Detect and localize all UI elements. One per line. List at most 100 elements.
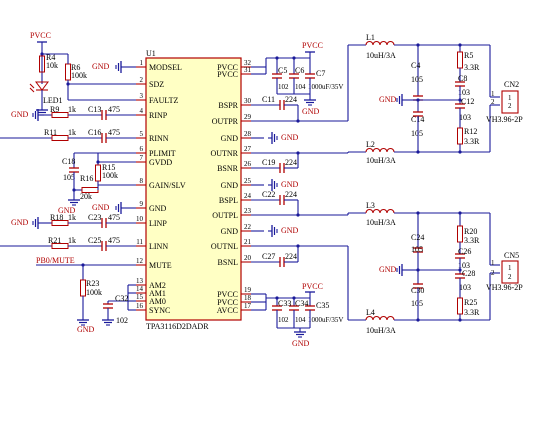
c34-value: 104 [295, 316, 306, 324]
pin-number: 1 [140, 59, 144, 67]
r18-value: 1k [68, 213, 76, 222]
r5-value: 3.3R [464, 63, 480, 72]
status-led-circuit: PVCC R4 10k R6 100k LED1 [29, 31, 136, 116]
gnd-label: GND [92, 62, 110, 71]
c35-ref: C35 [316, 301, 329, 310]
pin-name: SYNC [149, 306, 170, 315]
r9-value: 1k [68, 105, 76, 114]
c23-value: 475 [108, 213, 120, 222]
gnd-label: GND [77, 325, 95, 334]
l1-ref: L1 [366, 33, 375, 42]
pin-number: 24 [244, 192, 252, 200]
l3-ref: L3 [366, 201, 375, 210]
r21-value: 1k [68, 236, 76, 245]
ic-part-number: TPA3116D2DADR [146, 322, 209, 331]
pin-name: BSNR [217, 164, 239, 173]
gnd-label: GND [92, 203, 110, 212]
capacitor-c19 [279, 162, 285, 174]
c11-ref: C11 [262, 95, 275, 104]
pin-number: 22 [244, 223, 252, 231]
c28-ref: C28 [462, 269, 475, 278]
c22-ref: C22 [262, 190, 275, 199]
pin-number: 30 [244, 97, 252, 105]
pin-name: BSNL [218, 258, 239, 267]
l3-value: 10uH/3A [366, 218, 396, 227]
r23-ref: R23 [86, 279, 99, 288]
pin-name: RINP [149, 111, 168, 120]
capacitor-c7 [304, 73, 316, 79]
linn-input: R21 1k C25 475 [0, 236, 136, 252]
capacitor-c13 [101, 109, 107, 121]
pin-name: MODSEL [149, 63, 182, 72]
r20-value: 3.3R [464, 236, 480, 245]
pin-name: BSPR [218, 101, 238, 110]
pin-name: AM0 [149, 297, 166, 306]
c13-value: 475 [108, 105, 120, 114]
c4-ref: C4 [411, 61, 420, 70]
pin-name: BSPL [219, 196, 238, 205]
led1-ref: LED1 [43, 96, 63, 105]
cn2-ref: CN2 [504, 80, 519, 89]
r20-ref: R20 [464, 227, 477, 236]
c8-ref: C8 [458, 74, 467, 83]
c14-value: 105 [411, 129, 423, 138]
pin-name: LINN [149, 242, 168, 251]
gnd-label: GND [11, 110, 29, 119]
pin-number: 3 [140, 92, 144, 100]
pin-name: PVCC [217, 70, 238, 79]
r16-value: 20k [80, 192, 92, 201]
ic-u1[interactable]: U1 TPA3116D2DADR 1 MODSEL 2 SDZ 3 FAULTZ 4 RINP… [136, 49, 252, 331]
pin-number: 14 [136, 285, 144, 293]
connector-cn5[interactable]: CN5 1 2 1 2 VH3.96-2P [486, 251, 523, 292]
r18-ref: R18 [50, 213, 63, 222]
cn5-part: VH3.96-2P [486, 283, 523, 292]
pin-number: 23 [244, 207, 252, 215]
cn2-pin-2: 2 [491, 98, 495, 106]
pin-number: 10 [136, 215, 144, 223]
c23-ref: C23 [88, 213, 101, 222]
rinp-input: GND R9 1k C13 475 [11, 105, 136, 122]
pin-number: 15 [136, 293, 144, 301]
gnd-label: GND [302, 107, 320, 116]
capacitor-c18 [68, 167, 80, 173]
c11-value: 224 [285, 95, 297, 104]
cn5-body-pin-1: 1 [508, 264, 512, 272]
c26-ref: C26 [458, 247, 471, 256]
l4-value: 10uH/3A [366, 326, 396, 335]
pin-number: 17 [244, 302, 252, 310]
c25-value: 475 [108, 236, 120, 245]
pin-number: 26 [244, 160, 252, 168]
c35-value: 1000uF/35V [308, 316, 343, 324]
pin-number: 12 [136, 257, 144, 265]
pin-number: 2 [140, 76, 144, 84]
pin-name: RINN [149, 134, 169, 143]
schematic: U1 TPA3116D2DADR 1 MODSEL 2 SDZ 3 FAULTZ 4 RINP… [0, 31, 523, 348]
pin-number: 19 [244, 286, 252, 294]
pin-name: SDZ [149, 80, 164, 89]
pin-number: 7 [140, 154, 144, 162]
capacitor-c23 [101, 217, 107, 229]
connector-cn2[interactable]: CN2 1 2 1 2 VH3.96-2P [486, 80, 523, 124]
pin-name: OUTPL [212, 211, 238, 220]
c4-value: 105 [411, 75, 423, 84]
linp-input: GND R18 1k C23 475 [11, 213, 136, 230]
pvcc-label: PVCC [30, 31, 51, 40]
pin-name: OUTPR [212, 117, 239, 126]
c28-value: 103 [459, 283, 471, 292]
modsel-gnd: GND [92, 60, 136, 74]
c5-value: 102 [278, 83, 289, 91]
cn2-part: VH3.96-2P [486, 115, 523, 124]
pin-name: FAULTZ [149, 96, 178, 105]
pin-number: 16 [136, 302, 144, 310]
pin-number: 28 [244, 130, 252, 138]
r11-ref: R11 [44, 128, 57, 137]
cn5-pin-2: 2 [491, 269, 495, 277]
pin-name: GAIN/SLV [149, 181, 186, 190]
resistor-r23 [80, 279, 86, 297]
pin-name: GND [149, 204, 167, 213]
c30-value: 105 [411, 299, 423, 308]
c27-value: 224 [285, 252, 297, 261]
pin-name: OUTNR [210, 149, 238, 158]
pin-number: 4 [140, 107, 144, 115]
resistor-r15 [95, 164, 101, 182]
